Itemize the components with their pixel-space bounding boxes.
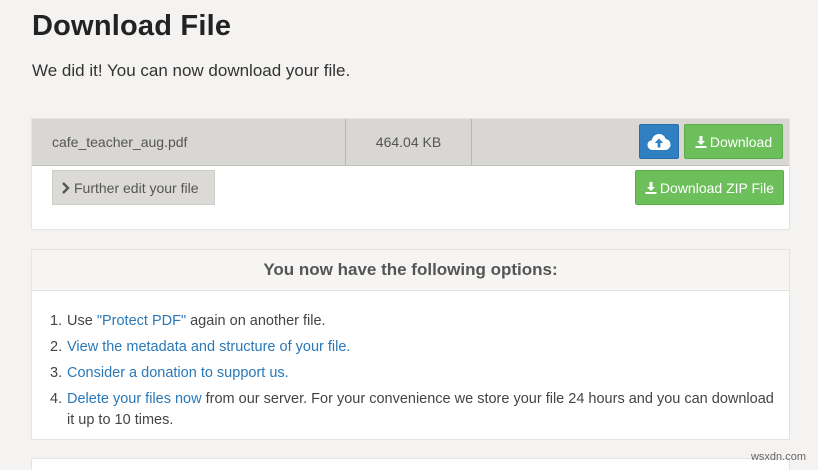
options-heading: You now have the following options: [32, 250, 789, 291]
page-title: Download File [32, 10, 232, 42]
donation-link[interactable]: Consider a donation to support us. [67, 365, 289, 381]
download-button-label: Download [709, 133, 773, 150]
bottom-panel [31, 458, 790, 470]
upload-to-cloud-button[interactable] [639, 124, 679, 159]
further-edit-button[interactable]: Further edit your file [52, 170, 215, 205]
further-edit-label: Further edit your file [74, 179, 199, 196]
file-name: cafe_teacher_aug.pdf [32, 119, 346, 165]
page-subtitle: We did it! You can now download your fil… [32, 61, 351, 80]
list-item: 1. Use "Protect PDF" again on another fil… [50, 313, 326, 329]
file-size: 464.04 KB [346, 119, 472, 165]
protect-pdf-link[interactable]: "Protect PDF" [97, 313, 186, 329]
list-item: 4. Delete your files now from our server.… [50, 391, 774, 428]
download-icon [645, 181, 657, 194]
options-panel: You now have the following options: 1. Us… [31, 249, 790, 440]
file-panel: cafe_teacher_aug.pdf 464.04 KB Download [31, 118, 790, 230]
download-zip-label: Download ZIP File [659, 179, 775, 196]
list-item: 2. View the metadata and structure of you… [50, 339, 351, 355]
chevron-right-icon [62, 181, 70, 194]
options-list: 1. Use "Protect PDF" again on another fil… [48, 311, 778, 436]
download-button[interactable]: Download [684, 124, 783, 159]
page: Download File We did it! You can now dow… [0, 0, 818, 470]
view-metadata-link[interactable]: View the metadata and structure of your … [67, 339, 350, 355]
download-icon [695, 135, 707, 148]
list-item: 3. Consider a donation to support us. [50, 365, 289, 381]
file-row: cafe_teacher_aug.pdf 464.04 KB Download [32, 119, 789, 166]
watermark: wsxdn.com [750, 451, 806, 463]
download-zip-button[interactable]: Download ZIP File [635, 170, 784, 205]
delete-files-link[interactable]: Delete your files now [67, 391, 202, 407]
cloud-upload-icon [647, 133, 671, 150]
